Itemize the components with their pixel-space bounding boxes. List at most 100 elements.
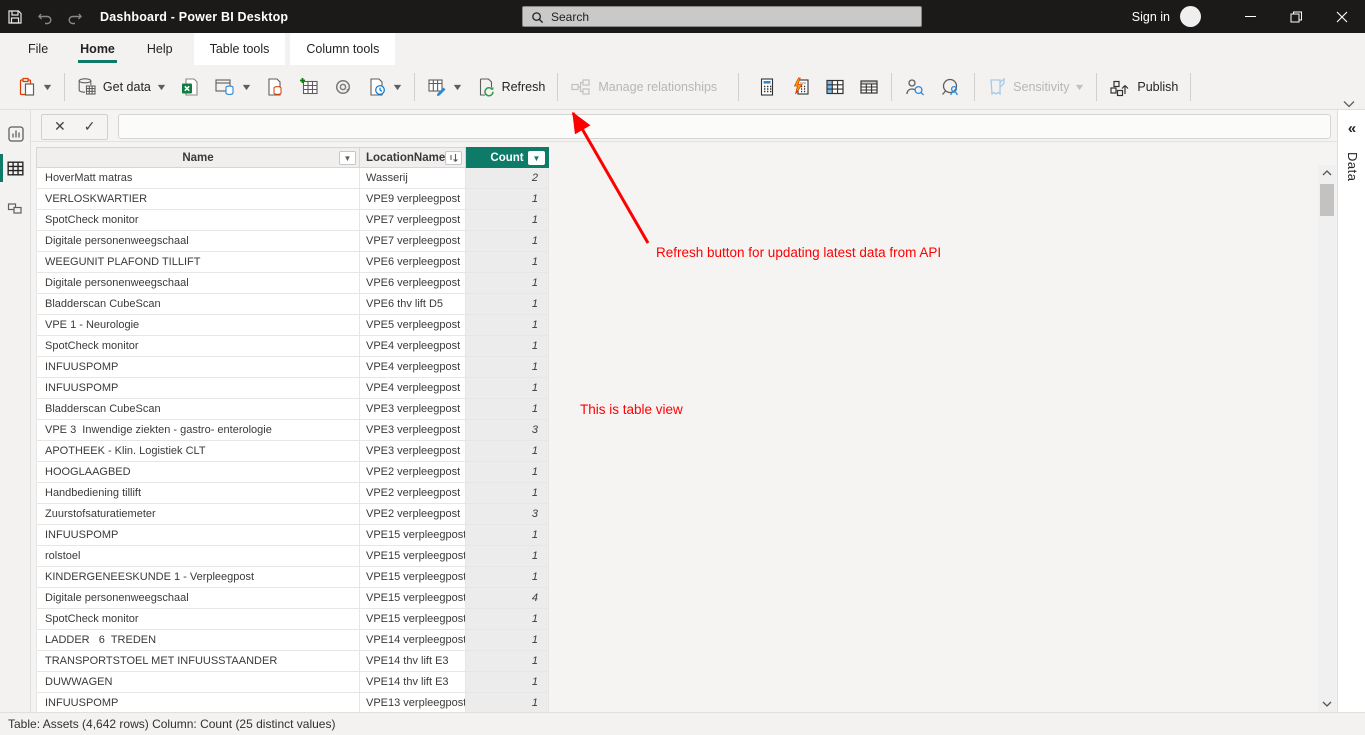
collapse-ribbon-chevron-icon[interactable] [1343, 100, 1355, 108]
cell-locationname[interactable]: VPE4 verpleegpost [360, 378, 466, 399]
cell-count[interactable]: 1 [466, 378, 549, 399]
search-input[interactable]: Search [522, 6, 922, 27]
cell-count[interactable]: 2 [466, 168, 549, 189]
dataverse-button[interactable] [326, 72, 360, 102]
cell-count[interactable]: 1 [466, 462, 549, 483]
restore-button[interactable] [1273, 0, 1319, 33]
cell-name[interactable]: Digitale personenweegschaal [36, 231, 360, 252]
enter-data-button[interactable] [292, 72, 326, 102]
cell-name[interactable]: WEEGUNIT PLAFOND TILLIFT [36, 252, 360, 273]
cell-count[interactable]: 1 [466, 231, 549, 252]
refresh-button[interactable]: Refresh [469, 72, 553, 102]
filter-dropdown-icon[interactable]: ▼ [339, 151, 356, 165]
tab-home[interactable]: Home [64, 33, 131, 65]
cell-count[interactable]: 1 [466, 651, 549, 672]
cell-name[interactable]: TRANSPORTSTOEL MET INFUUSSTAANDER [36, 651, 360, 672]
cell-count[interactable]: 1 [466, 567, 549, 588]
cell-count[interactable]: 1 [466, 336, 549, 357]
close-button[interactable] [1319, 0, 1365, 33]
cell-count[interactable]: 1 [466, 399, 549, 420]
cell-locationname[interactable]: VPE9 verpleegpost [360, 189, 466, 210]
sort-descending-icon[interactable] [445, 151, 462, 165]
cell-locationname[interactable]: VPE14 thv lift E3 [360, 672, 466, 693]
publish-button[interactable]: Publish [1102, 72, 1185, 102]
cell-count[interactable]: 1 [466, 546, 549, 567]
sql-server-button[interactable] [258, 72, 292, 102]
cell-count[interactable]: 1 [466, 273, 549, 294]
cell-name[interactable]: Digitale personenweegschaal [36, 588, 360, 609]
cell-name[interactable]: INFUUSPOMP [36, 525, 360, 546]
cell-count[interactable]: 1 [466, 672, 549, 693]
cell-name[interactable]: APOTHEEK - Klin. Logistiek CLT [36, 441, 360, 462]
cell-locationname[interactable]: VPE4 verpleegpost [360, 357, 466, 378]
get-data-button[interactable]: Get data ▼ [70, 72, 173, 102]
cell-name[interactable]: rolstoel [36, 546, 360, 567]
cell-name[interactable]: Zuurstofsaturatiemeter [36, 504, 360, 525]
recent-sources-button[interactable]: ▼ [360, 72, 409, 102]
scroll-up-icon[interactable] [1318, 165, 1336, 181]
tab-help[interactable]: Help [131, 33, 189, 65]
cell-name[interactable]: INFUUSPOMP [36, 357, 360, 378]
cell-locationname[interactable]: VPE6 thv lift D5 [360, 294, 466, 315]
data-view-button[interactable] [0, 152, 31, 184]
manage-relationships-button[interactable]: Manage relationships [563, 72, 724, 102]
cell-locationname[interactable]: VPE6 verpleegpost [360, 252, 466, 273]
cell-name[interactable]: Digitale personenweegschaal [36, 273, 360, 294]
cell-name[interactable]: VERLOSKWARTIER [36, 189, 360, 210]
cell-name[interactable]: INFUUSPOMP [36, 378, 360, 399]
excel-workbook-button[interactable] [173, 72, 207, 102]
commit-formula-icon[interactable]: ✓ [84, 118, 96, 135]
cell-count[interactable]: 1 [466, 189, 549, 210]
cell-locationname[interactable]: VPE15 verpleegpost [360, 588, 466, 609]
cell-name[interactable]: KINDERGENEESKUNDE 1 - Verpleegpost [36, 567, 360, 588]
cancel-formula-icon[interactable]: ✕ [54, 118, 66, 135]
tab-column-tools[interactable]: Column tools [290, 33, 395, 65]
sensitivity-button[interactable]: Sensitivity ▼ [980, 72, 1091, 102]
cell-name[interactable]: SpotCheck monitor [36, 609, 360, 630]
column-header-name[interactable]: Name ▼ [36, 147, 360, 168]
avatar[interactable] [1180, 6, 1201, 27]
data-pane-label[interactable]: Data [1345, 152, 1360, 181]
new-table-button[interactable] [852, 72, 886, 102]
cell-locationname[interactable]: VPE3 verpleegpost [360, 441, 466, 462]
cell-name[interactable]: INFUUSPOMP [36, 693, 360, 714]
cell-locationname[interactable]: VPE13 verpleegpost [360, 693, 466, 714]
cell-count[interactable]: 1 [466, 525, 549, 546]
cell-locationname[interactable]: VPE3 verpleegpost [360, 420, 466, 441]
cell-count[interactable]: 1 [466, 357, 549, 378]
cell-name[interactable]: Bladderscan CubeScan [36, 399, 360, 420]
cell-count[interactable]: 1 [466, 441, 549, 462]
cell-locationname[interactable]: VPE6 verpleegpost [360, 273, 466, 294]
cell-locationname[interactable]: VPE2 verpleegpost [360, 462, 466, 483]
cell-locationname[interactable]: VPE15 verpleegpost [360, 567, 466, 588]
cell-locationname[interactable]: VPE14 thv lift E3 [360, 651, 466, 672]
quick-measure-button[interactable] [784, 72, 818, 102]
cell-name[interactable]: VPE 3 Inwendige ziekten - gastro- entero… [36, 420, 360, 441]
cell-locationname[interactable]: VPE14 verpleegpost [360, 630, 466, 651]
cell-locationname[interactable]: VPE2 verpleegpost [360, 483, 466, 504]
transform-data-button[interactable]: ▼ [420, 72, 469, 102]
cell-name[interactable]: SpotCheck monitor [36, 210, 360, 231]
cell-name[interactable]: SpotCheck monitor [36, 336, 360, 357]
dataset-hub-button[interactable]: ▼ [207, 72, 258, 102]
tab-file[interactable]: File [12, 33, 64, 65]
cell-locationname[interactable]: VPE15 verpleegpost [360, 609, 466, 630]
tab-table-tools[interactable]: Table tools [194, 33, 286, 65]
formula-input[interactable] [118, 114, 1331, 139]
redo-icon[interactable] [60, 0, 90, 33]
cell-locationname[interactable]: VPE5 verpleegpost [360, 315, 466, 336]
cell-name[interactable]: HOOGLAAGBED [36, 462, 360, 483]
cell-locationname[interactable]: VPE7 verpleegpost [360, 210, 466, 231]
cell-count[interactable]: 3 [466, 504, 549, 525]
scrollbar-thumb[interactable] [1320, 184, 1334, 216]
new-column-button[interactable] [818, 72, 852, 102]
cell-count[interactable]: 1 [466, 609, 549, 630]
cell-count[interactable]: 3 [466, 420, 549, 441]
sign-in-button[interactable]: Sign in [1132, 10, 1170, 24]
cell-count[interactable]: 1 [466, 315, 549, 336]
undo-icon[interactable] [30, 0, 60, 33]
cell-count[interactable]: 1 [466, 252, 549, 273]
expand-pane-icon[interactable]: « [1338, 120, 1365, 137]
minimize-button[interactable] [1227, 0, 1273, 33]
report-view-button[interactable] [0, 118, 31, 150]
